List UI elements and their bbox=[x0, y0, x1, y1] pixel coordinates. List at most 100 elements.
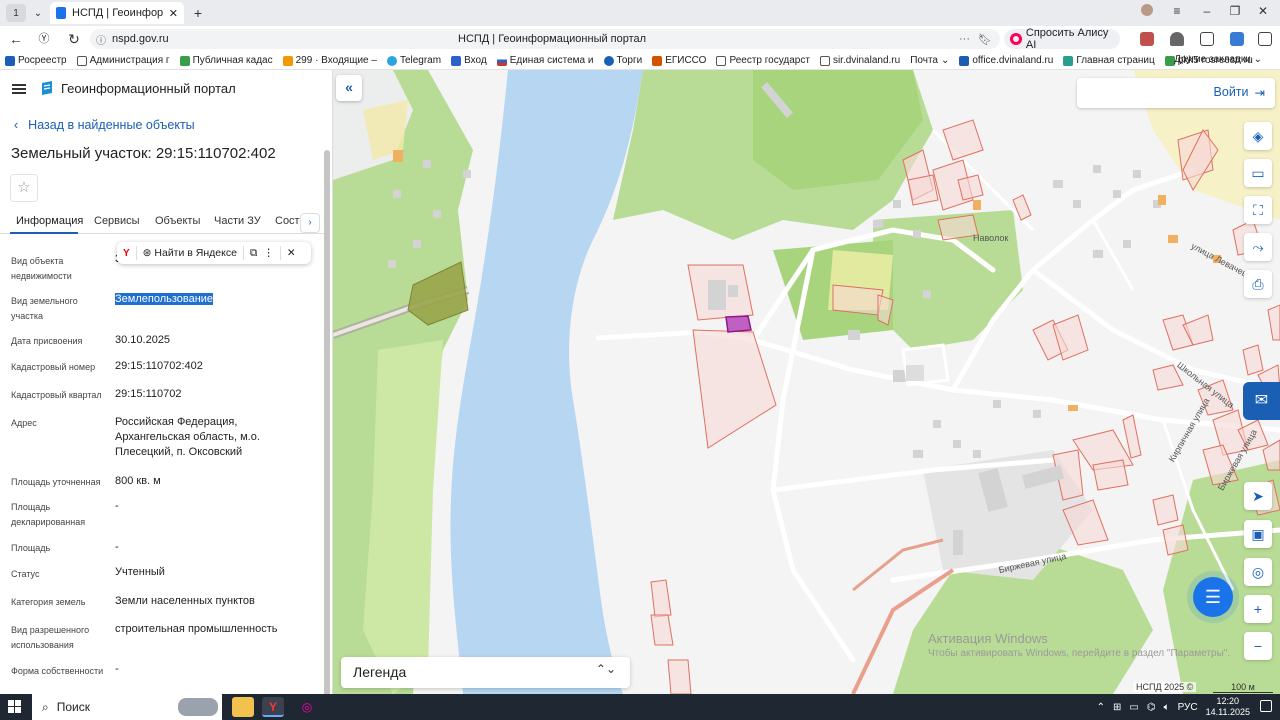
field-label: Кадастровый номер bbox=[11, 362, 96, 372]
print-icon[interactable]: ⎙ bbox=[1244, 270, 1272, 298]
alice-button[interactable]: Спросить Алису AI bbox=[1004, 27, 1120, 51]
page-title: НСПД | Геоинформационный портал bbox=[458, 33, 647, 45]
back-arrow-icon[interactable]: ← bbox=[8, 31, 24, 47]
bookmark-item[interactable]: Росреестр bbox=[0, 55, 72, 66]
zoom-in-icon[interactable]: + bbox=[1244, 595, 1272, 623]
back-to-results-link[interactable]: ‹ Назад в найденные объекты bbox=[14, 118, 195, 132]
bookmark-item[interactable]: ЕГИССО bbox=[647, 55, 711, 66]
more-vertical-icon[interactable]: ⋮ bbox=[263, 247, 274, 259]
windows-activation-watermark: Активация Windows Чтобы активировать Win… bbox=[928, 631, 1231, 659]
windows-start-icon[interactable] bbox=[8, 700, 22, 714]
tabs-next-arrow-icon[interactable]: › bbox=[300, 213, 320, 233]
tray-chevron-icon[interactable]: ⌃ bbox=[1097, 702, 1105, 713]
navigate-icon[interactable]: ➤ bbox=[1244, 482, 1272, 510]
bookmark-item[interactable]: Вход bbox=[446, 55, 492, 66]
copy-icon[interactable]: ⧉ bbox=[250, 247, 258, 260]
yandex-home-icon[interactable]: Ⓨ bbox=[36, 31, 52, 47]
volume-icon[interactable]: 🔈︎ bbox=[1164, 702, 1170, 713]
extension-icon[interactable] bbox=[1140, 32, 1154, 46]
other-bookmarks[interactable]: Другие закладки ⌄ bbox=[1174, 54, 1262, 65]
tab-list-chevron-icon[interactable]: ⌄ bbox=[28, 4, 48, 22]
more-dots-icon[interactable]: ··· bbox=[959, 33, 970, 45]
reload-icon[interactable]: ↻ bbox=[66, 31, 82, 47]
language-indicator[interactable]: РУС bbox=[1178, 702, 1198, 713]
collapse-panel-button[interactable]: « bbox=[336, 75, 362, 101]
select-area-icon[interactable]: ⛶ bbox=[1244, 196, 1272, 224]
tab-parts[interactable]: Части ЗУ bbox=[214, 215, 261, 227]
bookmark-item[interactable]: sir.dvinaland.ru bbox=[815, 55, 905, 66]
new-tab-button[interactable]: + bbox=[188, 4, 208, 22]
close-window-icon[interactable]: ✕ bbox=[1254, 4, 1272, 18]
share-icon[interactable]: ⤳ bbox=[1244, 233, 1272, 261]
field-label: Статус bbox=[11, 569, 40, 579]
tab-information[interactable]: Информация bbox=[16, 215, 83, 227]
bookmark-item[interactable]: Реестр государст bbox=[711, 55, 814, 66]
search-yandex-button[interactable]: ⊛ Найти в Яндексе bbox=[143, 247, 237, 259]
panel-scrollbar[interactable] bbox=[324, 150, 330, 694]
tab-count-badge[interactable]: 1 bbox=[6, 4, 26, 22]
minimize-icon[interactable]: – bbox=[1198, 4, 1216, 18]
field-label: Площадь bbox=[11, 543, 51, 553]
favorite-star-button[interactable]: ☆ bbox=[10, 174, 38, 202]
search-highlight-image bbox=[178, 698, 218, 716]
bookmark-icon[interactable]: 🔖︎ bbox=[978, 33, 992, 46]
bookmark-item[interactable]: Публичная кадас bbox=[175, 55, 278, 66]
portal-name: Геоинформационный портал bbox=[61, 81, 236, 96]
login-button[interactable]: Войти ⇥ bbox=[1214, 85, 1265, 100]
clock[interactable]: 12:20 14.11.2025 bbox=[1206, 696, 1250, 718]
zoom-out-icon[interactable]: − bbox=[1244, 632, 1272, 660]
bookmark-item[interactable]: 299 · Входящие – bbox=[278, 55, 382, 66]
active-tab-indicator bbox=[10, 232, 78, 234]
geolocation-icon[interactable]: ◎ bbox=[1244, 558, 1272, 586]
bookmark-item[interactable]: Telegram bbox=[382, 55, 446, 66]
search-icon: ⌕ bbox=[42, 699, 49, 714]
field-label: Вид земельного участка bbox=[11, 296, 78, 321]
legend-dropdown[interactable]: Легенда ⌃⌄ bbox=[341, 657, 630, 688]
extension-icon[interactable] bbox=[1230, 32, 1244, 46]
map-scale: 100 м bbox=[1213, 682, 1273, 693]
battery-icon[interactable]: ▭ bbox=[1129, 702, 1138, 713]
collections-icon[interactable] bbox=[1200, 32, 1214, 46]
bookmark-item[interactable]: Администрация г bbox=[72, 55, 175, 66]
close-icon[interactable]: ✕ bbox=[287, 247, 296, 259]
map-canvas[interactable]: Наволок улица Левачева Школьная улица Ки… bbox=[333, 70, 1280, 694]
bookmark-item[interactable]: Единая система и bbox=[492, 55, 599, 66]
bookmark-item[interactable]: office.dvinaland.ru bbox=[954, 55, 1058, 66]
login-icon: ⇥ bbox=[1254, 86, 1265, 100]
windows-security-icon[interactable]: ⊞ bbox=[1113, 702, 1121, 713]
alice-icon bbox=[1010, 33, 1022, 45]
bookmarks-bar: Росреестр Администрация г Публичная када… bbox=[0, 52, 1280, 70]
expand-chevron-icon: ⌃⌄ bbox=[595, 662, 616, 676]
tab-services[interactable]: Сервисы bbox=[94, 215, 140, 227]
field-value: строительная промышленность bbox=[115, 623, 278, 635]
bookmark-item[interactable]: Главная страниц bbox=[1058, 55, 1159, 66]
restore-icon[interactable]: ❐ bbox=[1226, 4, 1244, 18]
hamburger-menu-icon[interactable] bbox=[12, 84, 26, 94]
tab-objects[interactable]: Объекты bbox=[155, 215, 200, 227]
extension-icon[interactable] bbox=[1170, 32, 1184, 46]
taskbar-search[interactable]: ⌕ Поиск bbox=[32, 694, 222, 720]
ruler-icon[interactable]: ▭ bbox=[1244, 159, 1272, 187]
login-container: Войти ⇥ bbox=[1077, 78, 1275, 108]
yandex-browser-icon[interactable]: Y bbox=[262, 697, 284, 717]
site-info-icon[interactable]: ⓘ bbox=[96, 32, 106, 47]
bookmark-folder[interactable]: Почта ⌄ bbox=[905, 55, 954, 66]
app-icon[interactable]: ◎ bbox=[296, 697, 318, 717]
layers-icon[interactable]: ◈ bbox=[1244, 122, 1272, 150]
browser-menu-icon[interactable]: ≡ bbox=[1168, 4, 1186, 18]
chat-assistant-button[interactable]: ☰ bbox=[1193, 577, 1233, 617]
downloads-icon[interactable] bbox=[1258, 32, 1272, 46]
feedback-chat-icon[interactable]: ✉ bbox=[1243, 382, 1280, 420]
yandex-logo-icon: Y bbox=[123, 247, 130, 259]
profile-avatar[interactable] bbox=[1138, 4, 1156, 19]
notifications-icon[interactable] bbox=[1260, 700, 1272, 712]
legend-label: Легенда bbox=[353, 664, 407, 680]
file-explorer-icon[interactable] bbox=[232, 697, 254, 717]
network-icon[interactable]: ⌬ bbox=[1147, 702, 1156, 713]
bookmark-item[interactable]: Торги bbox=[599, 55, 648, 66]
tab-close-icon[interactable]: ✕ bbox=[169, 7, 178, 20]
minimap-icon[interactable]: ▣ bbox=[1244, 520, 1272, 548]
tab-title: НСПД | Геоинформацион bbox=[72, 7, 163, 19]
browser-tab-active[interactable]: НСПД | Геоинформацион ✕ bbox=[50, 2, 184, 24]
url-field[interactable]: ⓘ nspd.gov.ru НСПД | Геоинформационный п… bbox=[90, 29, 1000, 49]
